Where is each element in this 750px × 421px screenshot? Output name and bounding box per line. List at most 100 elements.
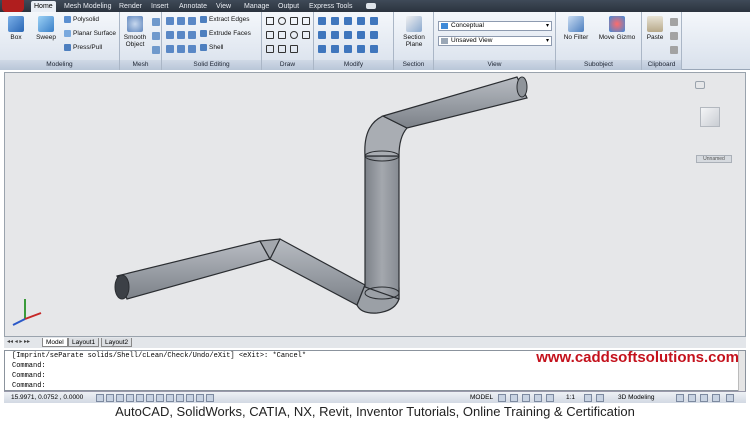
box-button[interactable]: Box — [4, 16, 28, 41]
separate-icon[interactable] — [177, 45, 185, 53]
isolate-objects-icon[interactable] — [700, 394, 708, 402]
presspull-button[interactable]: Press/Pull — [64, 44, 102, 52]
selection-cycling-icon[interactable] — [206, 394, 214, 402]
sweep-button[interactable]: Sweep — [32, 16, 60, 41]
slice-icon[interactable] — [177, 31, 185, 39]
tab-manage[interactable]: Manage — [241, 1, 272, 12]
trim-icon[interactable] — [357, 17, 365, 25]
mesh-tool-icon[interactable] — [152, 32, 160, 40]
panel-title-draw[interactable]: Draw — [262, 60, 313, 70]
ellipse-icon[interactable] — [290, 31, 298, 39]
rotate-icon[interactable] — [331, 17, 339, 25]
panel-title-solid-editing[interactable]: Solid Editing — [162, 60, 261, 70]
helix-icon[interactable] — [290, 45, 298, 53]
tab-mesh-modeling[interactable]: Mesh Modeling — [61, 1, 114, 12]
quick-view-layouts-icon[interactable] — [498, 394, 506, 402]
mirror-icon[interactable] — [318, 45, 326, 53]
panel-title-subobject[interactable]: Subobject — [556, 60, 641, 70]
snap-mode-icon[interactable] — [96, 394, 104, 402]
lineweight-icon[interactable] — [186, 394, 194, 402]
command-prompt[interactable]: Command: — [12, 381, 46, 391]
panel-title-section[interactable]: Section — [394, 60, 433, 70]
fillet-icon[interactable] — [370, 17, 378, 25]
line-icon[interactable] — [302, 17, 310, 25]
viewcube-home-icon[interactable] — [695, 81, 705, 89]
lock-icon[interactable] — [676, 394, 684, 402]
auto-scale-icon[interactable] — [596, 394, 604, 402]
clean-icon[interactable] — [188, 45, 196, 53]
zoom-icon[interactable] — [534, 394, 542, 402]
no-filter-button[interactable]: No Filter — [560, 16, 592, 41]
tab-model[interactable]: Model — [42, 338, 68, 347]
hatch-icon[interactable] — [302, 31, 310, 39]
model-space-button[interactable]: MODEL — [470, 394, 493, 401]
move-icon[interactable] — [318, 17, 326, 25]
region-icon[interactable] — [278, 45, 286, 53]
extract-edges-button[interactable]: Extract Edges — [200, 16, 249, 24]
3d-object-snap-icon[interactable] — [146, 394, 154, 402]
polygon-icon[interactable] — [266, 45, 274, 53]
planar-surface-button[interactable]: Planar Surface — [64, 30, 116, 38]
panel-title-view[interactable]: View — [434, 60, 555, 70]
move-gizmo-button[interactable]: Move Gizmo — [596, 16, 638, 41]
status-menu-icon[interactable] — [712, 394, 720, 402]
minimize-ribbon-button[interactable] — [366, 3, 376, 9]
offset-icon[interactable] — [331, 45, 339, 53]
pan-icon[interactable] — [522, 394, 530, 402]
extrude-faces-button[interactable]: Extrude Faces — [200, 30, 251, 38]
steeringwheel-icon[interactable] — [546, 394, 554, 402]
spline-icon[interactable] — [266, 31, 274, 39]
ortho-mode-icon[interactable] — [116, 394, 124, 402]
tab-layout2[interactable]: Layout2 — [101, 338, 133, 347]
subtract-icon[interactable] — [177, 17, 185, 25]
dynamic-ucs-icon[interactable] — [166, 394, 174, 402]
tab-nav-arrows[interactable]: ◂◂ ◂ ▸ ▸▸ — [7, 338, 30, 345]
quick-properties-icon[interactable] — [196, 394, 204, 402]
imprint-icon[interactable] — [166, 31, 174, 39]
copy-icon[interactable] — [344, 45, 352, 53]
grid-display-icon[interactable] — [106, 394, 114, 402]
3d-rotate-icon[interactable] — [344, 31, 352, 39]
application-menu-button[interactable] — [2, 0, 24, 12]
panel-title-modify[interactable]: Modify — [314, 60, 393, 70]
intersect-icon[interactable] — [188, 17, 196, 25]
object-snap-tracking-icon[interactable] — [156, 394, 164, 402]
viewcube[interactable] — [700, 107, 720, 127]
align-icon[interactable] — [344, 17, 352, 25]
match-properties-icon[interactable] — [670, 46, 678, 54]
properties-icon[interactable] — [370, 45, 378, 53]
drawing-viewport[interactable]: Unnamed — [4, 72, 746, 337]
workspace-switcher[interactable]: 3D Modeling — [618, 394, 655, 401]
circle-icon[interactable] — [278, 17, 286, 25]
thicken-icon[interactable] — [188, 31, 196, 39]
mesh-tool-icon[interactable] — [152, 18, 160, 26]
annotation-visibility-icon[interactable] — [584, 394, 592, 402]
wcs-menu[interactable]: Unnamed — [696, 155, 732, 163]
panel-title-mesh[interactable]: Mesh — [120, 60, 161, 70]
polysolid-button[interactable]: Polysolid — [64, 16, 99, 24]
quick-view-drawings-icon[interactable] — [510, 394, 518, 402]
command-scrollbar[interactable] — [738, 351, 745, 392]
clean-screen-icon[interactable] — [726, 394, 734, 402]
mesh-tool-icon[interactable] — [152, 46, 160, 54]
scale-icon[interactable] — [357, 31, 365, 39]
arc-icon[interactable] — [290, 17, 298, 25]
polar-tracking-icon[interactable] — [126, 394, 134, 402]
shell-button[interactable]: Shell — [200, 44, 223, 52]
cut-icon[interactable] — [670, 18, 678, 26]
smooth-object-button[interactable]: Smooth Object — [123, 16, 147, 48]
tab-output[interactable]: Output — [275, 1, 302, 12]
tab-express-tools[interactable]: Express Tools — [306, 1, 355, 12]
section-plane-button[interactable]: Section Plane — [398, 16, 430, 48]
named-view-dropdown[interactable]: Unsaved View — [438, 36, 552, 46]
tab-layout1[interactable]: Layout1 — [68, 338, 100, 347]
polyline-icon[interactable] — [266, 17, 274, 25]
object-snap-icon[interactable] — [136, 394, 144, 402]
visual-style-dropdown[interactable]: Conceptual — [438, 21, 552, 31]
3d-move-icon[interactable] — [331, 31, 339, 39]
explode-icon[interactable] — [370, 31, 378, 39]
tab-home[interactable]: Home — [31, 1, 56, 12]
hardware-acceleration-icon[interactable] — [688, 394, 696, 402]
tab-annotate[interactable]: Annotate — [176, 1, 210, 12]
dynamic-input-icon[interactable] — [176, 394, 184, 402]
